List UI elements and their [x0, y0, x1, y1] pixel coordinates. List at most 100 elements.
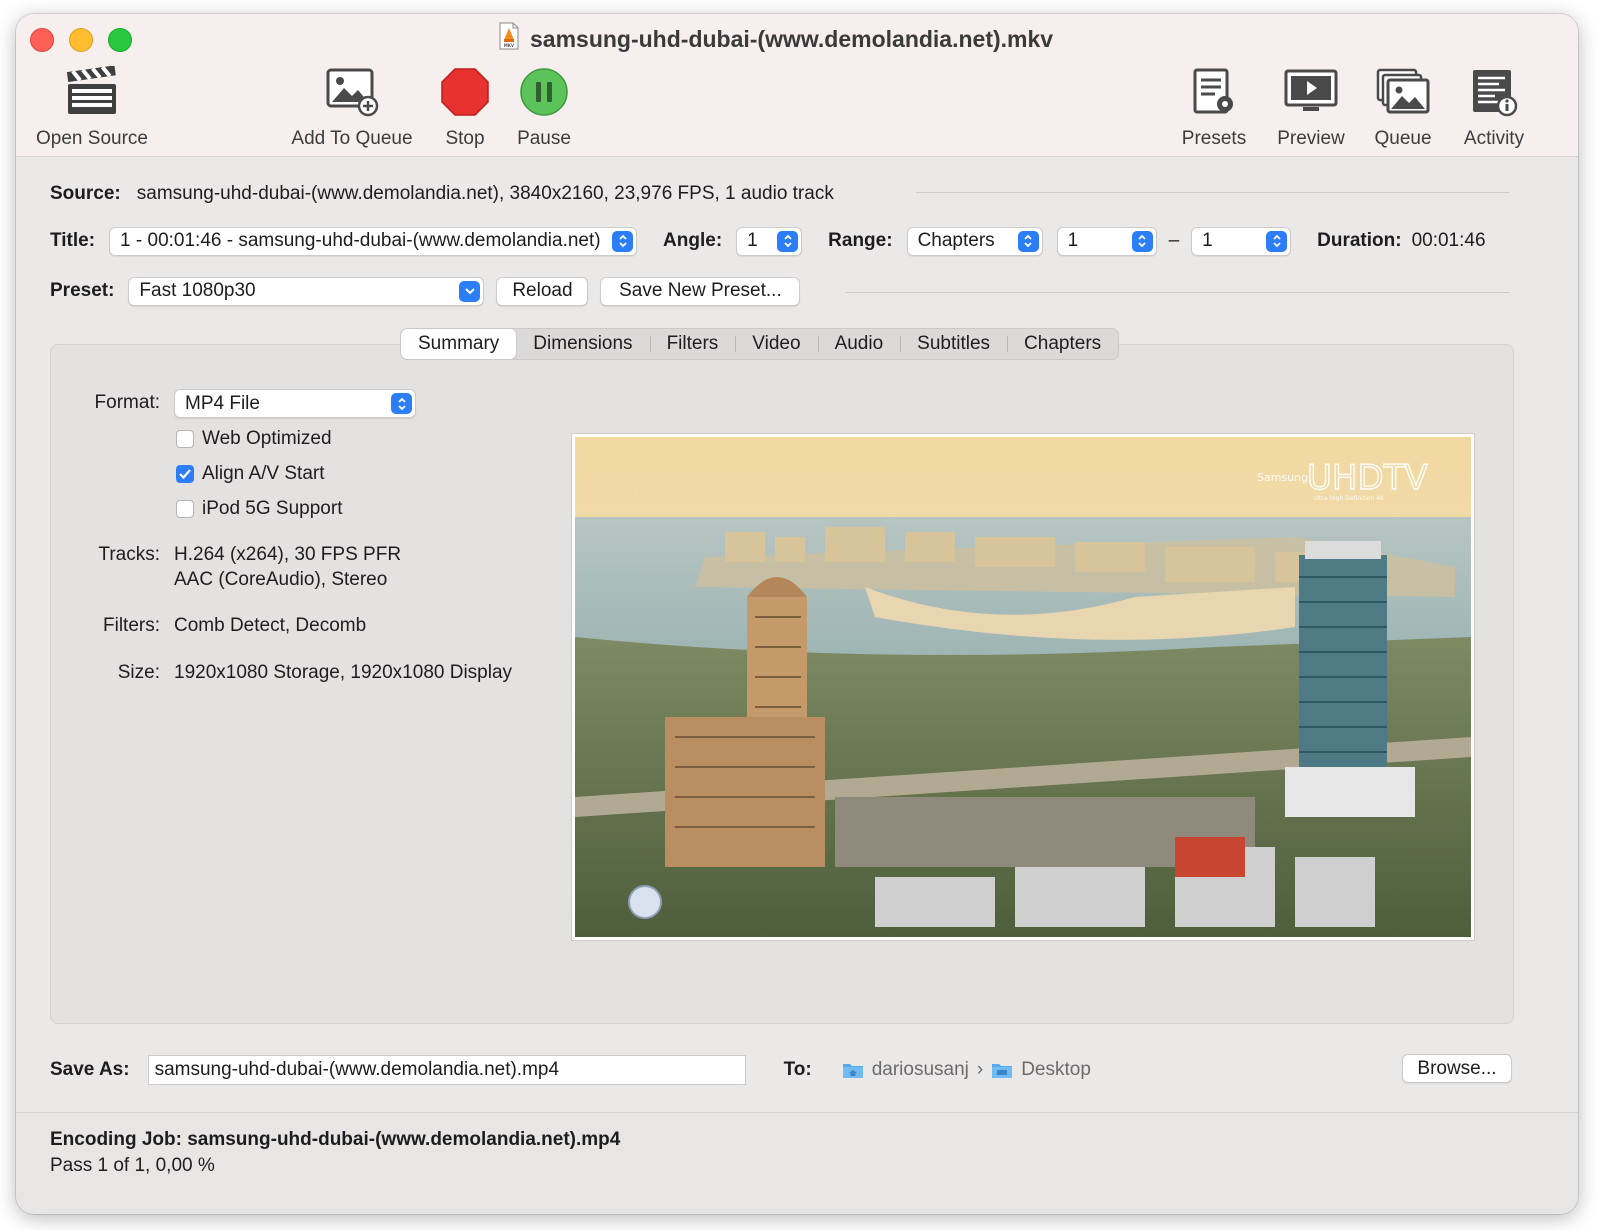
chevron-updown-icon [777, 230, 799, 252]
minimize-window-button[interactable] [69, 28, 93, 52]
format-popup-value: MP4 File [185, 392, 260, 414]
toolbar: MKV samsung-uhd-dubai-(www.demolandia.ne… [16, 14, 1578, 157]
title-popup[interactable]: 1 - 00:01:46 - samsung-uhd-dubai-(www.de… [109, 226, 638, 256]
monitor-play-icon [1270, 64, 1352, 120]
chevron-updown-icon [1017, 230, 1039, 252]
to-label: To: [783, 1059, 812, 1080]
source-separator [916, 192, 1510, 193]
uhdtv-logo-subtext: Ultra High Definition 4K [1313, 495, 1385, 502]
path-desktop-folder: Desktop [1021, 1059, 1091, 1080]
home-folder-icon [842, 1061, 864, 1079]
tab-subtitles[interactable]: Subtitles [900, 329, 1007, 359]
save-new-preset-button[interactable]: Save New Preset... [600, 276, 801, 306]
preset-row: Preset: Fast 1080p30 Reload Save New Pre… [50, 276, 801, 306]
range-start-popup[interactable]: 1 [1056, 226, 1157, 256]
open-source-button[interactable]: Open Source [32, 64, 152, 150]
tab-chapters[interactable]: Chapters [1007, 329, 1118, 359]
stop-button[interactable]: Stop [434, 64, 496, 150]
clapperboard-icon [32, 64, 152, 120]
filters-value: Comb Detect, Decomb [174, 615, 367, 636]
svg-text:MKV: MKV [504, 43, 515, 48]
ipod-5g-checkbox[interactable]: iPod 5G Support [176, 498, 342, 520]
desktop-folder-icon [991, 1061, 1013, 1079]
tab-dimensions[interactable]: Dimensions [516, 329, 649, 359]
source-row: Source: samsung-uhd-dubai-(www.demolandi… [50, 180, 834, 208]
ipod-5g-label: iPod 5G Support [202, 498, 343, 519]
title-row: Title: 1 - 00:01:46 - samsung-uhd-dubai-… [50, 226, 1486, 256]
add-to-queue-button[interactable]: Add To Queue [286, 64, 418, 150]
tab-video[interactable]: Video [735, 329, 817, 359]
preview-image: Samsung UHDTV Ultra High Definition 4K [572, 434, 1474, 940]
range-end-value: 1 [1202, 230, 1213, 251]
checkbox-unchecked-icon [176, 500, 194, 518]
queue-icon [1366, 64, 1440, 120]
checkbox-unchecked-icon [176, 430, 194, 448]
preview-button[interactable]: Preview [1270, 64, 1352, 150]
source-label: Source: [50, 183, 121, 204]
encoding-progress-text: Pass 1 of 1, 0,00 % [50, 1155, 215, 1176]
save-as-row: Save As: samsung-uhd-dubai-(www.demoland… [50, 1054, 1091, 1086]
activity-log-icon [1454, 64, 1534, 120]
tracks-value: H.264 (x264), 30 FPS PFR AAC (CoreAudio)… [174, 542, 401, 592]
checkmark-icon [176, 465, 194, 483]
web-optimized-label: Web Optimized [202, 428, 332, 449]
pause-icon [508, 64, 580, 120]
audio-track-line: AAC (CoreAudio), Stereo [174, 569, 388, 590]
activity-button[interactable]: Activity [1454, 64, 1534, 150]
presets-button[interactable]: Presets [1174, 64, 1254, 150]
close-window-button[interactable] [30, 28, 54, 52]
tab-audio[interactable]: Audio [817, 329, 901, 359]
encoding-job-text: Encoding Job: samsung-uhd-dubai-(www.dem… [50, 1129, 621, 1150]
path-user-folder: dariosusanj [871, 1059, 969, 1080]
range-end-popup[interactable]: 1 [1191, 226, 1292, 256]
uhdtv-logo-text: UHDTV [1307, 458, 1428, 498]
angle-label: Angle: [663, 230, 723, 251]
preset-label: Preset: [50, 280, 115, 301]
align-av-start-label: Align A/V Start [202, 463, 325, 484]
chevron-down-icon [459, 280, 481, 302]
handbrake-window: MKV samsung-uhd-dubai-(www.demolandia.ne… [16, 14, 1578, 1214]
save-as-label: Save As: [50, 1059, 130, 1080]
reload-button[interactable]: Reload [496, 276, 589, 306]
save-as-field[interactable]: samsung-uhd-dubai-(www.demolandia.net).m… [147, 1055, 746, 1085]
window-title-text: samsung-uhd-dubai-(www.demolandia.net).m… [530, 25, 1054, 52]
tracks-label: Tracks: [98, 544, 160, 565]
chevron-updown-icon [391, 393, 412, 414]
tab-bar: Summary Dimensions Filters Video Audio S… [400, 328, 1120, 360]
window-title: MKV samsung-uhd-dubai-(www.demolandia.ne… [498, 22, 1054, 54]
queue-button[interactable]: Queue [1366, 64, 1440, 150]
chevron-updown-icon [612, 230, 634, 252]
add-to-queue-icon [286, 64, 418, 120]
format-label: Format: [94, 392, 160, 413]
browse-button[interactable]: Browse... [1402, 1054, 1512, 1083]
range-start-value: 1 [1067, 230, 1079, 251]
samsung-logo-text: Samsung [1257, 471, 1308, 484]
stop-icon [434, 64, 496, 120]
range-separator: – [1168, 230, 1180, 251]
range-type-value: Chapters [917, 230, 995, 251]
format-popup[interactable]: MP4 File [174, 389, 416, 418]
duration-value: 00:01:46 [1411, 230, 1486, 251]
presets-icon [1174, 64, 1254, 120]
tab-filters[interactable]: Filters [649, 329, 736, 359]
size-value: 1920x1080 Storage, 1920x1080 Display [174, 662, 513, 683]
duration-label: Duration: [1317, 230, 1402, 251]
destination-path[interactable]: dariosusanj › Desktop [842, 1059, 1091, 1081]
range-type-popup[interactable]: Chapters [906, 226, 1043, 256]
range-label: Range: [828, 230, 893, 251]
align-av-start-checkbox[interactable]: Align A/V Start [176, 463, 325, 485]
title-popup-value: 1 - 00:01:46 - samsung-uhd-dubai-(www.de… [120, 230, 601, 251]
zoom-window-button[interactable] [108, 28, 132, 52]
source-value: samsung-uhd-dubai-(www.demolandia.net), … [136, 183, 834, 204]
web-optimized-checkbox[interactable]: Web Optimized [176, 428, 332, 450]
video-track-line: H.264 (x264), 30 FPS PFR [174, 544, 402, 565]
status-bar: Encoding Job: samsung-uhd-dubai-(www.dem… [16, 1112, 1578, 1214]
preset-popup-value: Fast 1080p30 [139, 280, 256, 301]
chevron-updown-icon [1131, 230, 1153, 252]
angle-popup[interactable]: 1 [736, 226, 803, 256]
tab-summary[interactable]: Summary [401, 329, 517, 359]
pause-button[interactable]: Pause [508, 64, 580, 150]
preset-popup[interactable]: Fast 1080p30 [128, 276, 485, 306]
preset-separator [846, 292, 1510, 293]
filters-label: Filters: [103, 615, 160, 636]
